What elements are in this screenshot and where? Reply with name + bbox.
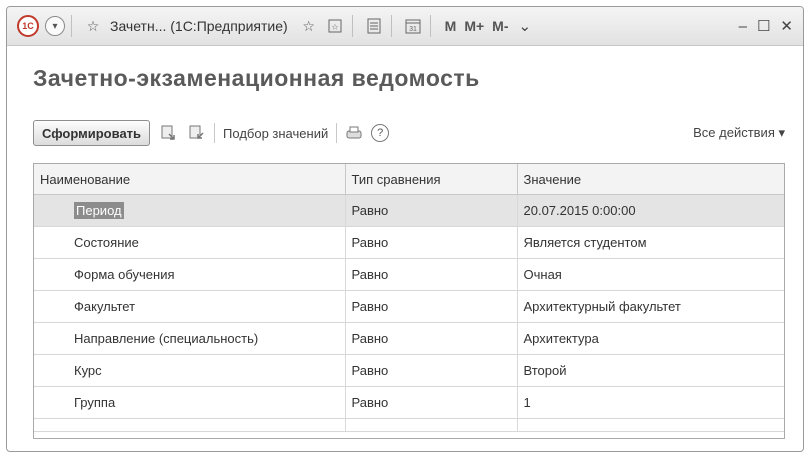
row-name[interactable]: Состояние — [34, 226, 346, 259]
memory-plus-button[interactable]: M+ — [464, 18, 484, 34]
row-name[interactable]: Направление (специальность) — [34, 322, 346, 355]
save-settings-icon[interactable] — [188, 124, 206, 142]
calculator-icon[interactable] — [363, 14, 385, 38]
svg-text:☆: ☆ — [331, 23, 338, 32]
minimize-icon[interactable]: ‒ — [739, 18, 747, 35]
row-value[interactable]: 20.07.2015 0:00:00 — [517, 194, 784, 227]
row-value[interactable]: 1 — [517, 386, 784, 419]
title-separator — [429, 15, 431, 37]
chevron-down-icon[interactable]: ⌄ — [519, 17, 532, 35]
empty-row — [34, 418, 784, 432]
all-actions-menu[interactable]: Все действия ▾ — [693, 125, 785, 141]
table-row[interactable]: Форма обучения Равно Очная — [34, 258, 784, 291]
row-comparison[interactable]: Равно — [345, 354, 518, 387]
1c-logo-icon[interactable]: 1С — [17, 15, 39, 37]
row-name[interactable]: Курс — [34, 354, 346, 387]
table-row[interactable]: Факультет Равно Архитектурный факультет — [34, 290, 784, 323]
column-header-comparison[interactable]: Тип сравнения — [345, 164, 518, 195]
row-comparison[interactable]: Равно — [345, 194, 518, 227]
table-row[interactable]: Группа Равно 1 — [34, 386, 784, 419]
row-name: Период — [74, 202, 124, 219]
title-separator — [71, 15, 72, 37]
row-value[interactable]: Второй — [517, 354, 784, 387]
pick-values-button[interactable]: Подбор значений — [223, 126, 328, 141]
app-window: 1С ▾ ☆ Зачетн... (1С:Предприятие) ☆ ☆ 31… — [6, 6, 804, 452]
menu-dropdown-icon[interactable]: ▾ — [45, 16, 65, 36]
memory-button[interactable]: M — [445, 18, 457, 34]
row-comparison[interactable]: Равно — [345, 258, 518, 291]
page-title: Зачетно-экзаменационная ведомость — [33, 65, 480, 91]
table-row[interactable]: Курс Равно Второй — [34, 354, 784, 387]
window-title: Зачетн... (1С:Предприятие) — [110, 18, 288, 34]
row-value[interactable]: Очная — [517, 258, 784, 291]
column-header-name[interactable]: Наименование — [34, 164, 346, 195]
print-icon[interactable] — [345, 124, 363, 142]
row-comparison[interactable]: Равно — [345, 290, 518, 323]
row-comparison[interactable]: Равно — [345, 322, 518, 355]
generate-button[interactable]: Сформировать — [33, 120, 151, 146]
title-separator — [351, 15, 353, 37]
table-row[interactable]: Направление (специальность) Равно Архите… — [34, 322, 784, 355]
row-value[interactable]: Архитектурный факультет — [517, 290, 784, 323]
table-header-row: Наименование Тип сравнения Значение — [34, 164, 784, 195]
row-value[interactable]: Архитектура — [517, 322, 784, 355]
maximize-icon[interactable]: ☐ — [757, 17, 770, 35]
row-name[interactable]: Факультет — [34, 290, 346, 323]
help-icon[interactable]: ? — [371, 124, 390, 142]
row-comparison[interactable]: Равно — [345, 226, 518, 259]
row-value[interactable]: Является студентом — [517, 226, 784, 259]
filter-table: Наименование Тип сравнения Значение Пери… — [33, 163, 785, 439]
load-settings-icon[interactable] — [160, 124, 178, 142]
bookmark-icon[interactable]: ☆ — [324, 14, 346, 38]
row-comparison[interactable]: Равно — [345, 386, 518, 419]
toolbar: Сформировать Подбор значений ? Все дейст… — [33, 119, 785, 147]
title-bar: 1С ▾ ☆ Зачетн... (1С:Предприятие) ☆ ☆ 31… — [7, 7, 803, 46]
close-icon[interactable]: ✕ — [780, 17, 793, 35]
row-name[interactable]: Форма обучения — [34, 258, 346, 291]
add-favorite-star-icon[interactable]: ☆ — [298, 14, 320, 38]
favorite-star-icon[interactable]: ☆ — [82, 14, 104, 38]
table-row[interactable]: Период Равно 20.07.2015 0:00:00 — [34, 194, 784, 227]
calendar-icon[interactable]: 31 — [402, 14, 424, 38]
table-row[interactable]: Состояние Равно Является студентом — [34, 226, 784, 259]
memory-minus-button[interactable]: M- — [492, 18, 508, 34]
title-separator — [390, 15, 392, 37]
column-header-value[interactable]: Значение — [517, 164, 784, 195]
row-name[interactable]: Группа — [34, 386, 346, 419]
svg-text:31: 31 — [409, 26, 417, 33]
